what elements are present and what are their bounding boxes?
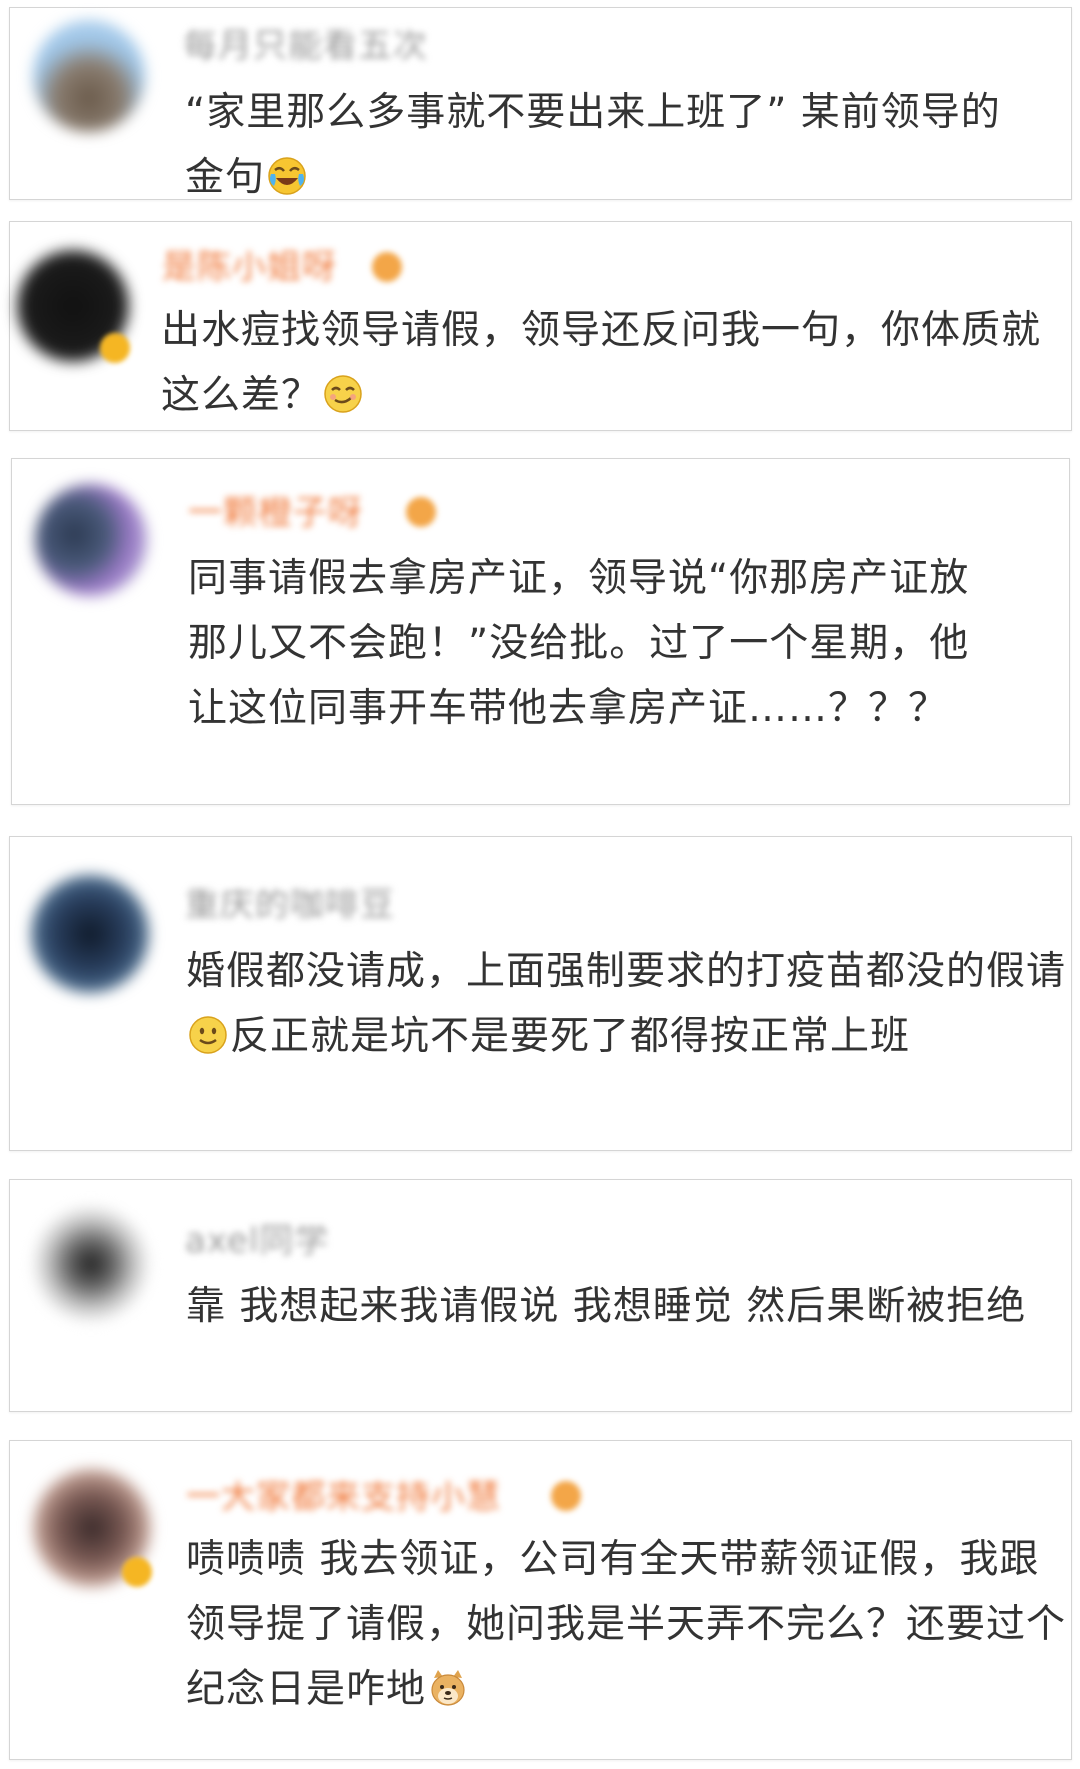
comment-card: 一颗橙子呀 同事请假去拿房产证，领导说“你那房产证放那儿又不会跑！”没给批。过了… xyxy=(11,458,1070,805)
comment-text: “家里那么多事就不要出来上班了” 某前领导的金句 xyxy=(185,80,1030,210)
comment-body: 啧啧啧 我去领证，公司有全天带薪领证假，我跟领导提了请假，她问我是半天弄不完么？… xyxy=(186,1537,1067,1712)
verified-badge-icon xyxy=(122,1557,152,1587)
comment-text: 出水痘找领导请假，领导还反问我一句，你体质就这么差？ xyxy=(161,298,1041,428)
vip-crown-icon xyxy=(406,497,436,527)
username[interactable]: 一颗橙子呀 xyxy=(188,497,388,529)
comment-card: axel同学 靠 我想起来我请假说 我想睡觉 然后果断被拒绝 xyxy=(9,1179,1072,1412)
doge-emoji xyxy=(428,1668,468,1708)
comment-body: 靠 我想起来我请假说 我想睡觉 然后果断被拒绝 xyxy=(186,1284,1027,1329)
user-avatar[interactable] xyxy=(33,20,145,132)
user-avatar[interactable] xyxy=(31,875,149,993)
comment-card: 每月只能看五次 “家里那么多事就不要出来上班了” 某前领导的金句 xyxy=(9,7,1072,200)
vip-crown-icon xyxy=(551,1481,581,1511)
comment-card: 重庆的咖啡豆 婚假都没请成，上面强制要求的打疫苗都没的假请 反正就是坑不是要死了… xyxy=(9,836,1072,1151)
comment-card: 一大家都来支持小慧 啧啧啧 我去领证，公司有全天带薪领证假，我跟领导提了请假，她… xyxy=(9,1440,1072,1760)
comment-text: 同事请假去拿房产证，领导说“你那房产证放那儿又不会跑！”没给批。过了一个星期，他… xyxy=(188,546,1008,741)
user-avatar[interactable] xyxy=(35,484,147,596)
comment-body-continued: 反正就是坑不是要死了都得按正常上班 xyxy=(230,1014,911,1059)
laugh-cry-emoji xyxy=(267,156,307,196)
smile-emoji xyxy=(188,1015,228,1055)
comment-body: 出水痘找领导请假，领导还反问我一句，你体质就这么差？ xyxy=(161,308,1042,418)
username[interactable]: axel同学 xyxy=(185,1225,385,1257)
verified-badge-icon xyxy=(100,333,130,363)
user-avatar[interactable] xyxy=(35,1208,147,1320)
username[interactable]: 每月只能看五次 xyxy=(183,30,473,62)
comment-body: 婚假都没请成，上面强制要求的打疫苗都没的假请 xyxy=(186,949,1067,994)
comment-text: 婚假都没请成，上面强制要求的打疫苗都没的假请 反正就是坑不是要死了都得按正常上班 xyxy=(186,939,1066,1069)
vip-crown-icon xyxy=(372,252,402,282)
comment-body: “家里那么多事就不要出来上班了” 某前领导的金句 xyxy=(185,90,1001,200)
username[interactable]: 是陈小姐呀 xyxy=(162,251,362,283)
username[interactable]: 一大家都来支持小慧 xyxy=(186,1481,531,1513)
smirk-emoji xyxy=(323,374,363,414)
comment-card: 是陈小姐呀 出水痘找领导请假，领导还反问我一句，你体质就这么差？ xyxy=(9,221,1072,431)
username[interactable]: 重庆的咖啡豆 xyxy=(185,889,435,921)
comment-text: 靠 我想起来我请假说 我想睡觉 然后果断被拒绝 xyxy=(186,1274,1066,1339)
comment-body: 同事请假去拿房产证，领导说“你那房产证放那儿又不会跑！”没给批。过了一个星期，他… xyxy=(188,556,970,731)
comment-text: 啧啧啧 我去领证，公司有全天带薪领证假，我跟领导提了请假，她问我是半天弄不完么？… xyxy=(186,1527,1066,1722)
